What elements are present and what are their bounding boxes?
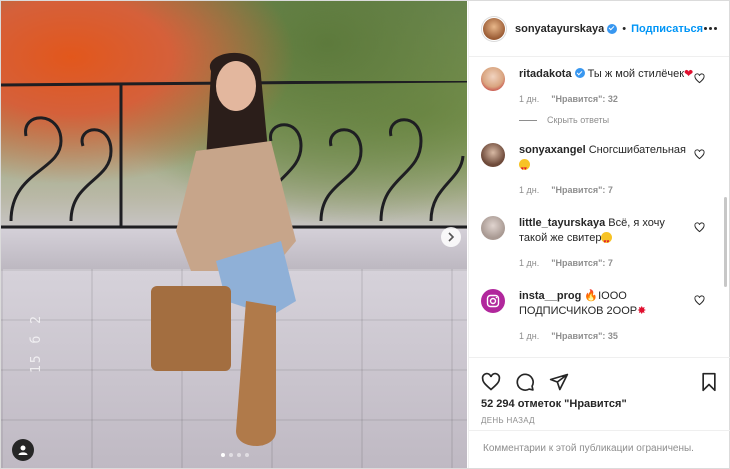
commenter-avatar[interactable] (481, 67, 505, 91)
comment-button[interactable] (515, 372, 535, 392)
commenter-avatar[interactable] (481, 143, 505, 167)
comments-scrollbar[interactable] (724, 197, 727, 287)
more-options-icon[interactable] (704, 27, 717, 30)
comment-time[interactable]: 1 дн. (519, 329, 539, 344)
heart-eyes-emoji-icon: ♥♥ (519, 159, 530, 172)
carousel-dot (237, 453, 241, 457)
photo-date-stamp: 15 б 2 (29, 314, 44, 373)
post-photo[interactable]: 15 б 2 (1, 1, 467, 468)
comment-text: Ты ж мой стилёчек (587, 68, 685, 80)
comments-list[interactable]: ritadakota Ты ж мой стилёчек❤ 1 дн. "Нра… (469, 57, 729, 356)
comment-likes[interactable]: "Нравится": 32 (551, 92, 618, 107)
comment-item: sonyaxangel Сногсшибательная ♥♥ 1 дн. "Н… (481, 143, 717, 198)
hide-replies-button[interactable]: Скрыть ответы (519, 115, 717, 125)
commenter-username[interactable]: little_tayurskaya (519, 217, 605, 229)
commenter-avatar[interactable] (481, 216, 505, 240)
comment-text: Сногсшибательная (588, 144, 686, 156)
user-icon (18, 445, 28, 455)
comment-likes[interactable]: "Нравится": 7 (551, 256, 613, 271)
follow-button[interactable]: Подписаться (631, 23, 703, 35)
heart-icon (481, 372, 501, 391)
share-button[interactable] (549, 372, 569, 392)
chevron-right-icon (448, 232, 455, 242)
bookmark-icon (702, 372, 716, 392)
comment-time[interactable]: 1 дн. (519, 183, 539, 198)
carousel-indicator (221, 453, 249, 457)
fire-emoji-icon: 🔥 (584, 290, 599, 302)
tagged-users-button[interactable] (12, 439, 34, 461)
photo-subject (151, 52, 296, 446)
comment-bubble-icon (516, 373, 534, 391)
carousel-dot (229, 453, 233, 457)
comment-item: insta__prog 🔥IOOO ПОДПИСЧИКОВ 2OOР✸ 1 дн… (481, 289, 717, 344)
comment-likes[interactable]: "Нравится": 7 (551, 183, 613, 198)
verified-badge-icon (574, 68, 585, 78)
comment-meta: 1 дн. "Нравится": 35 (519, 329, 695, 344)
collision-emoji-icon: ✸ (637, 305, 647, 317)
like-button[interactable] (481, 372, 501, 392)
like-comment-heart-icon[interactable] (694, 222, 705, 233)
paper-plane-icon (549, 373, 569, 391)
comment-meta: 1 дн. "Нравится": 7 (519, 183, 695, 198)
carousel-next-button[interactable] (441, 227, 461, 247)
author-avatar[interactable] (483, 17, 505, 40)
author-username[interactable]: sonyatayurskaya (515, 23, 604, 35)
commenter-username[interactable]: ritadakota (519, 68, 572, 80)
comment-item: little_tayurskaya Всё, я хочу такой же с… (481, 216, 717, 271)
commenter-username[interactable]: insta__prog (519, 290, 581, 302)
like-comment-heart-icon[interactable] (694, 149, 705, 160)
carousel-dot (245, 453, 249, 457)
action-bar (469, 358, 730, 396)
post-time[interactable]: ДЕНЬ НАЗАД (469, 412, 730, 425)
instagram-logo-icon (486, 294, 500, 308)
comment-meta: 1 дн. "Нравится": 32 (519, 92, 695, 107)
comment-time[interactable]: 1 дн. (519, 92, 539, 107)
separator-dot: • (622, 22, 627, 35)
like-comment-heart-icon[interactable] (694, 73, 705, 84)
comment-item: ritadakota Ты ж мой стилёчек❤ 1 дн. "Нра… (481, 67, 717, 107)
comment-likes[interactable]: "Нравится": 35 (551, 329, 618, 344)
likes-count[interactable]: 52 294 отметок "Нравится" (469, 396, 730, 412)
comment-meta: 1 дн. "Нравится": 7 (519, 256, 695, 271)
carousel-dot (221, 453, 225, 457)
verified-badge-icon (607, 23, 618, 34)
like-comment-heart-icon[interactable] (694, 295, 705, 306)
save-button[interactable] (700, 372, 718, 392)
red-heart-emoji-icon: ❤ (684, 68, 694, 80)
commenter-avatar[interactable] (481, 289, 505, 313)
heart-eyes-emoji-icon: ♥♥ (601, 232, 613, 245)
post-sidebar: sonyatayurskaya • Подписаться ritadakota… (468, 1, 730, 468)
comments-restricted-notice: Комментарии к этой публикации ограничены… (469, 430, 730, 468)
comment-time[interactable]: 1 дн. (519, 256, 539, 271)
commenter-username[interactable]: sonyaxangel (519, 144, 586, 156)
post-header: sonyatayurskaya • Подписаться (469, 1, 729, 57)
